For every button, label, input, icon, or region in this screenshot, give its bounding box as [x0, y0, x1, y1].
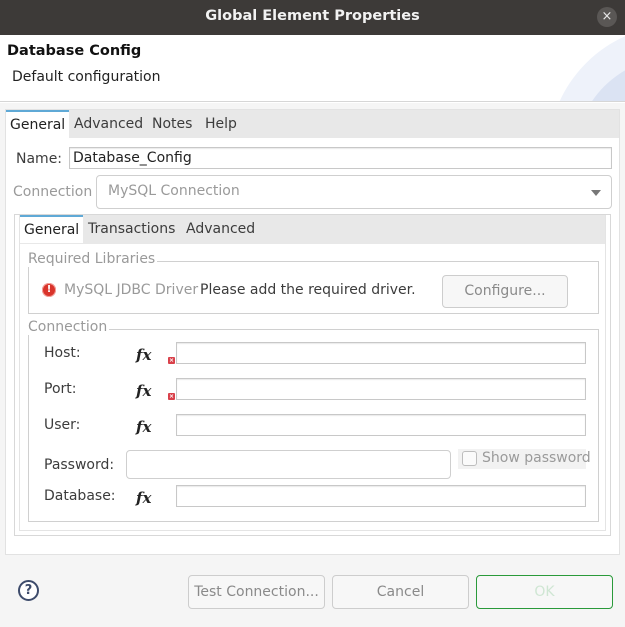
show-password-label: Show password: [482, 450, 591, 466]
inner-tab-transactions[interactable]: Transactions: [84, 215, 179, 243]
password-label: Password:: [44, 457, 115, 473]
fx-expression-icon[interactable]: fx: [136, 346, 151, 364]
inner-tab-advanced[interactable]: Advanced: [182, 215, 259, 243]
dialog-header: Database Config Default configuration: [0, 35, 625, 102]
required-libraries-legend: Required Libraries: [28, 251, 158, 267]
tab-general[interactable]: General: [6, 110, 70, 138]
host-input[interactable]: [176, 342, 586, 364]
connection-select-value: MySQL Connection: [108, 183, 240, 199]
driver-name: MySQL JDBC Driver: [64, 282, 199, 298]
user-label: User:: [44, 417, 81, 433]
chevron-down-icon: [591, 190, 601, 196]
driver-message: Please add the required driver.: [200, 282, 416, 298]
database-input[interactable]: [176, 485, 586, 507]
host-label: Host:: [44, 345, 81, 361]
configure-button[interactable]: Configure...: [442, 275, 568, 308]
connection-config-panel: General Transactions Advanced Required L…: [14, 214, 611, 536]
tab-help[interactable]: Help: [201, 110, 241, 138]
header-title: Database Config: [7, 43, 142, 59]
password-input[interactable]: [126, 450, 451, 479]
inner-tab-general[interactable]: General: [20, 215, 84, 243]
port-input[interactable]: [176, 378, 586, 400]
title-bar: Global Element Properties ×: [0, 0, 625, 35]
name-label: Name:: [16, 151, 63, 167]
database-label: Database:: [44, 488, 116, 504]
name-input[interactable]: [69, 147, 612, 169]
tab-notes[interactable]: Notes: [148, 110, 196, 138]
checkbox-box[interactable]: [462, 451, 477, 466]
fx-expression-icon[interactable]: fx: [136, 418, 151, 436]
fx-expression-icon[interactable]: fx: [136, 489, 151, 507]
connection-legend: Connection: [28, 319, 110, 335]
required-error-icon: ×: [168, 393, 175, 400]
ok-button[interactable]: OK: [476, 575, 613, 609]
window-title: Global Element Properties: [205, 8, 420, 24]
main-tab-bar: General Advanced Notes Help: [6, 110, 619, 138]
properties-panel: General Advanced Notes Help Name: Connec…: [5, 109, 620, 555]
dialog-body: General Advanced Notes Help Name: Connec…: [0, 103, 625, 627]
error-icon: !: [42, 283, 56, 297]
port-label: Port:: [44, 381, 77, 397]
tab-advanced[interactable]: Advanced: [70, 110, 147, 138]
inner-tab-bar: General Transactions Advanced: [20, 215, 605, 244]
help-icon[interactable]: ?: [18, 580, 39, 601]
cancel-button[interactable]: Cancel: [332, 575, 469, 609]
required-error-icon: ×: [168, 357, 175, 364]
fx-expression-icon[interactable]: fx: [136, 382, 151, 400]
close-icon[interactable]: ×: [597, 7, 617, 27]
connection-label: Connection: [13, 184, 93, 200]
connection-select[interactable]: MySQL Connection: [96, 175, 612, 209]
test-connection-button[interactable]: Test Connection...: [188, 575, 325, 609]
header-subtitle: Default configuration: [12, 69, 161, 85]
show-password-checkbox[interactable]: Show password: [458, 449, 591, 469]
user-input[interactable]: [176, 414, 586, 436]
